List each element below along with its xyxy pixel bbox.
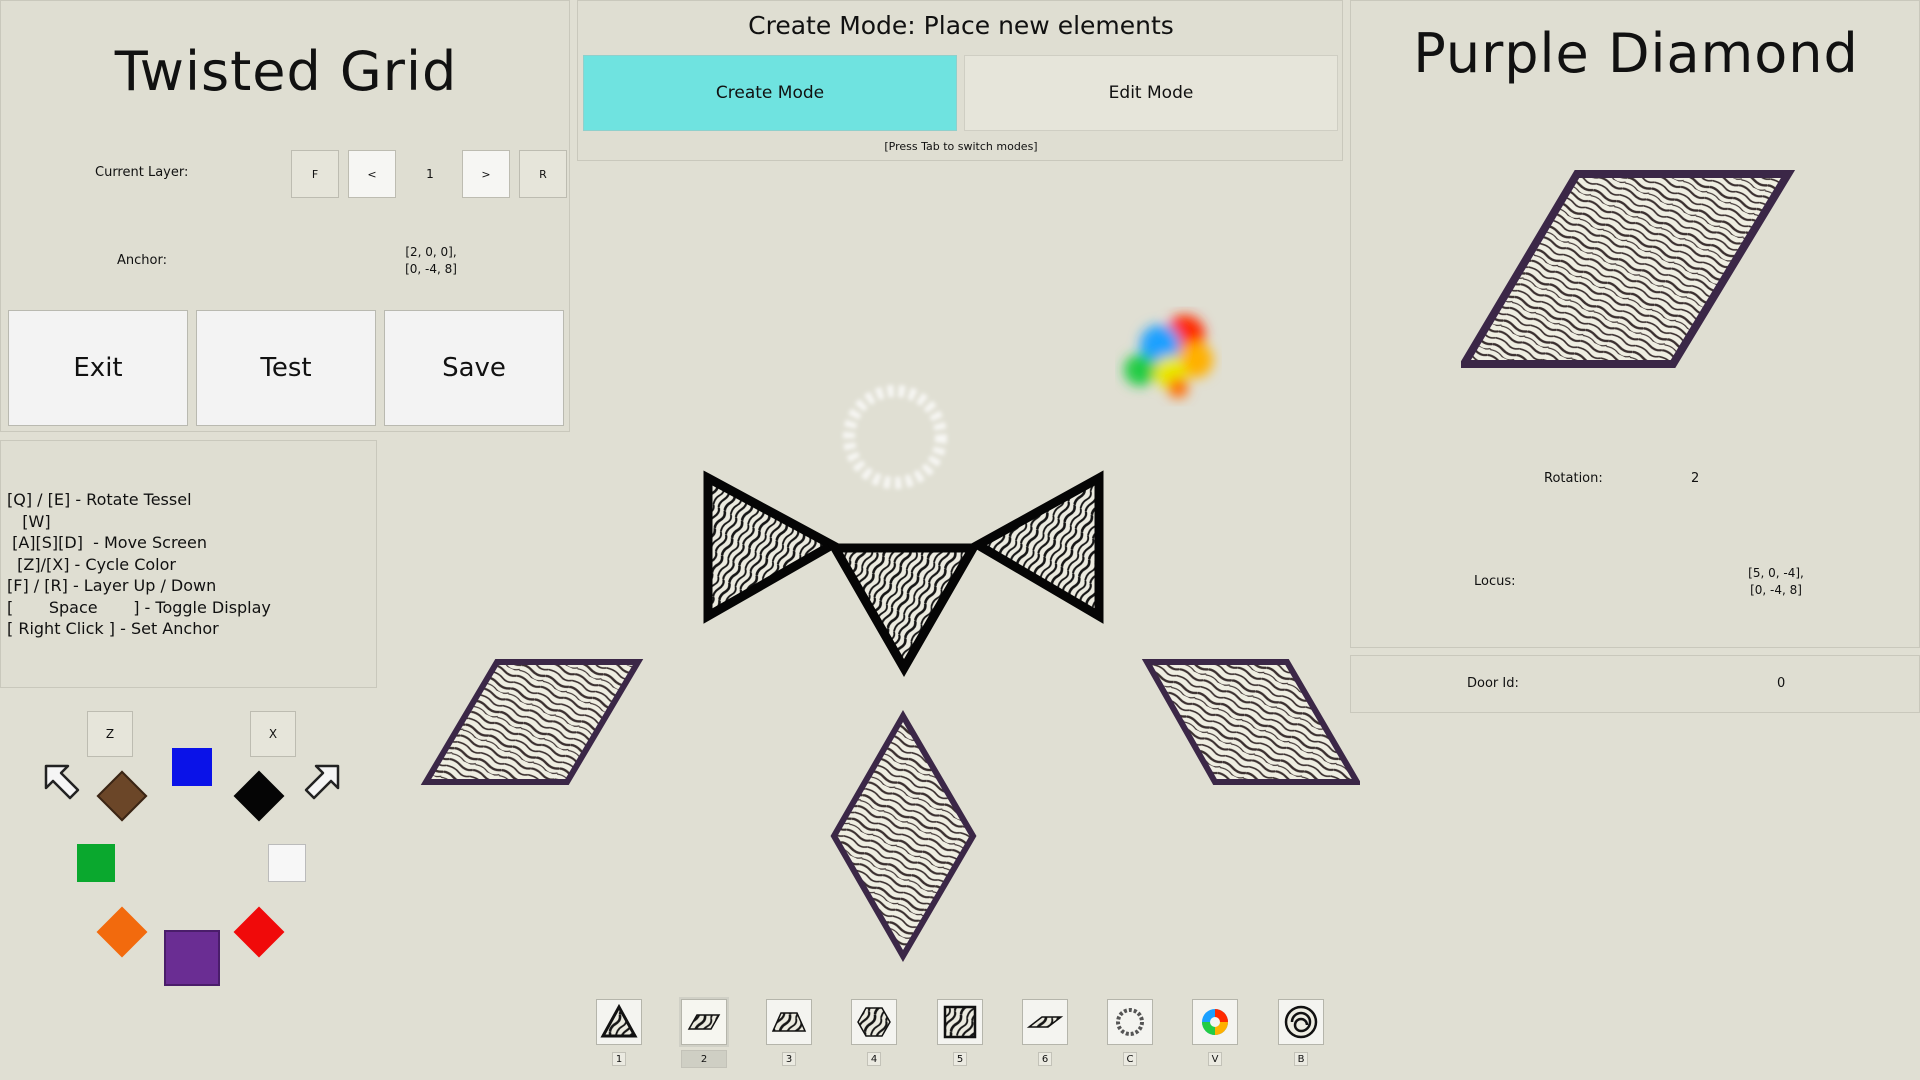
help-line-layer: [F] / [R] - Layer Up / Down xyxy=(7,576,217,595)
hotbar-key-v: V xyxy=(1208,1052,1222,1066)
hotbar-slot-3[interactable] xyxy=(766,999,812,1045)
hotbar-key-1: 1 xyxy=(612,1052,626,1066)
create-mode-button[interactable]: Create Mode xyxy=(583,55,957,131)
door-id-panel: Door Id: 0 xyxy=(1350,655,1920,713)
anchor-label: Anchor: xyxy=(117,253,167,268)
color-next-key[interactable]: X xyxy=(250,711,296,757)
color-prev-key[interactable]: Z xyxy=(87,711,133,757)
hotbar-slot-1[interactable] xyxy=(596,999,642,1045)
mode-title: Create Mode: Place new elements xyxy=(748,10,1174,40)
triangle-tile-right[interactable] xyxy=(968,470,1104,624)
locus-label: Locus: xyxy=(1474,574,1516,589)
hotbar-key-3: 3 xyxy=(782,1052,796,1066)
help-line-display: [ Space ] - Toggle Display xyxy=(7,598,271,617)
hexagon-tile-icon xyxy=(857,1007,891,1037)
exit-button[interactable]: Exit xyxy=(8,310,188,426)
edit-mode-button[interactable]: Edit Mode xyxy=(964,55,1338,131)
rhombus-tile-right[interactable] xyxy=(1141,659,1360,785)
mode-hint: [Press Tab to switch modes] xyxy=(884,139,1038,153)
rhombus-tile-left[interactable] xyxy=(420,659,644,785)
hotbar-slot-b[interactable] xyxy=(1278,999,1324,1045)
tessellation-canvas[interactable] xyxy=(400,240,1360,980)
trapezoid-tile-icon xyxy=(771,1012,807,1032)
hotbar-key-6: 6 xyxy=(1038,1052,1052,1066)
rotate-left-arrow-icon[interactable] xyxy=(40,758,84,802)
color-swatch-white[interactable] xyxy=(268,844,306,882)
controls-help-panel: [Q] / [E] - Rotate Tessel [W] [A][S][D] … xyxy=(0,440,377,688)
triangle-tile-icon xyxy=(600,1003,638,1038)
hotbar-slot-5[interactable] xyxy=(937,999,983,1045)
ring-portal-icon xyxy=(1116,1008,1144,1036)
current-layer-label: Current Layer: xyxy=(95,165,189,180)
color-swatch-purple-selected[interactable] xyxy=(164,930,220,986)
mode-panel: Create Mode: Place new elements Create M… xyxy=(577,0,1343,161)
hotbar-slot-c[interactable] xyxy=(1107,999,1153,1045)
level-title: Twisted Grid xyxy=(114,39,458,103)
rhombus-tile-icon xyxy=(687,1014,721,1030)
hotbar-slot-2[interactable] xyxy=(681,999,727,1045)
triangle-tile-center[interactable] xyxy=(827,543,981,678)
door-id-label: Door Id: xyxy=(1467,676,1519,691)
rotation-label: Rotation: xyxy=(1544,471,1603,486)
help-line-color: [Z]/[X] - Cycle Color xyxy=(7,555,176,574)
tile-preview xyxy=(1461,170,1796,368)
layer-prev-button[interactable]: < xyxy=(348,150,396,198)
tile-info-panel: Purple Diamond Rotation: 2 Locus: [5, 0,… xyxy=(1350,0,1920,648)
color-swatch-brown[interactable] xyxy=(96,770,148,822)
door-id-value[interactable]: 0 xyxy=(1777,676,1785,691)
help-line-anchor: [ Right Click ] - Set Anchor xyxy=(7,619,219,638)
color-swatch-blue[interactable] xyxy=(172,748,212,786)
color-swatch-green[interactable] xyxy=(77,844,115,882)
square-tile-icon xyxy=(943,1005,977,1039)
hotbar-slot-4[interactable] xyxy=(851,999,897,1045)
rainbow-orb-icon xyxy=(1202,1009,1228,1035)
layer-reset-button[interactable]: R xyxy=(519,150,567,198)
rainbow-orb[interactable] xyxy=(1124,315,1213,398)
tile-name-title: Purple Diamond xyxy=(1413,21,1859,85)
locus-line-2: [0, -4, 8] xyxy=(1750,583,1802,597)
locus-line-1: [5, 0, -4], xyxy=(1748,566,1804,580)
hotbar-key-b: B xyxy=(1294,1052,1308,1066)
hotbar-key-c: C xyxy=(1123,1052,1137,1066)
hotbar-key-5: 5 xyxy=(953,1052,967,1066)
color-swatch-red[interactable] xyxy=(233,906,285,958)
hotbar-slot-6[interactable] xyxy=(1022,999,1068,1045)
help-line-rotate: [Q] / [E] - Rotate Tessel xyxy=(7,490,192,509)
spiral-disc-icon xyxy=(1284,1005,1318,1039)
thin-rhombus-tile-icon xyxy=(1026,1016,1064,1028)
color-swatch-black[interactable] xyxy=(233,770,285,822)
layer-next-button[interactable]: > xyxy=(462,150,510,198)
color-swatch-orange[interactable] xyxy=(96,906,148,958)
test-button[interactable]: Test xyxy=(196,310,376,426)
layer-value: 1 xyxy=(426,167,434,181)
rotation-value: 2 xyxy=(1691,471,1700,486)
rotate-right-arrow-icon[interactable] xyxy=(300,758,344,802)
hotbar-slot-v[interactable] xyxy=(1192,999,1238,1045)
locus-value: [5, 0, -4], [0, -4, 8] xyxy=(1726,565,1826,599)
triangle-tile-left[interactable] xyxy=(703,470,842,624)
help-line-w: [W] xyxy=(7,512,51,531)
layer-first-button[interactable]: F xyxy=(291,150,339,198)
hotbar-key-2: 2 xyxy=(681,1050,727,1068)
ring-portal[interactable] xyxy=(843,385,947,489)
rhombus-tile-bottom[interactable] xyxy=(830,710,977,962)
help-line-move: [A][S][D] - Move Screen xyxy=(7,533,207,552)
hotbar-key-4: 4 xyxy=(867,1052,881,1066)
